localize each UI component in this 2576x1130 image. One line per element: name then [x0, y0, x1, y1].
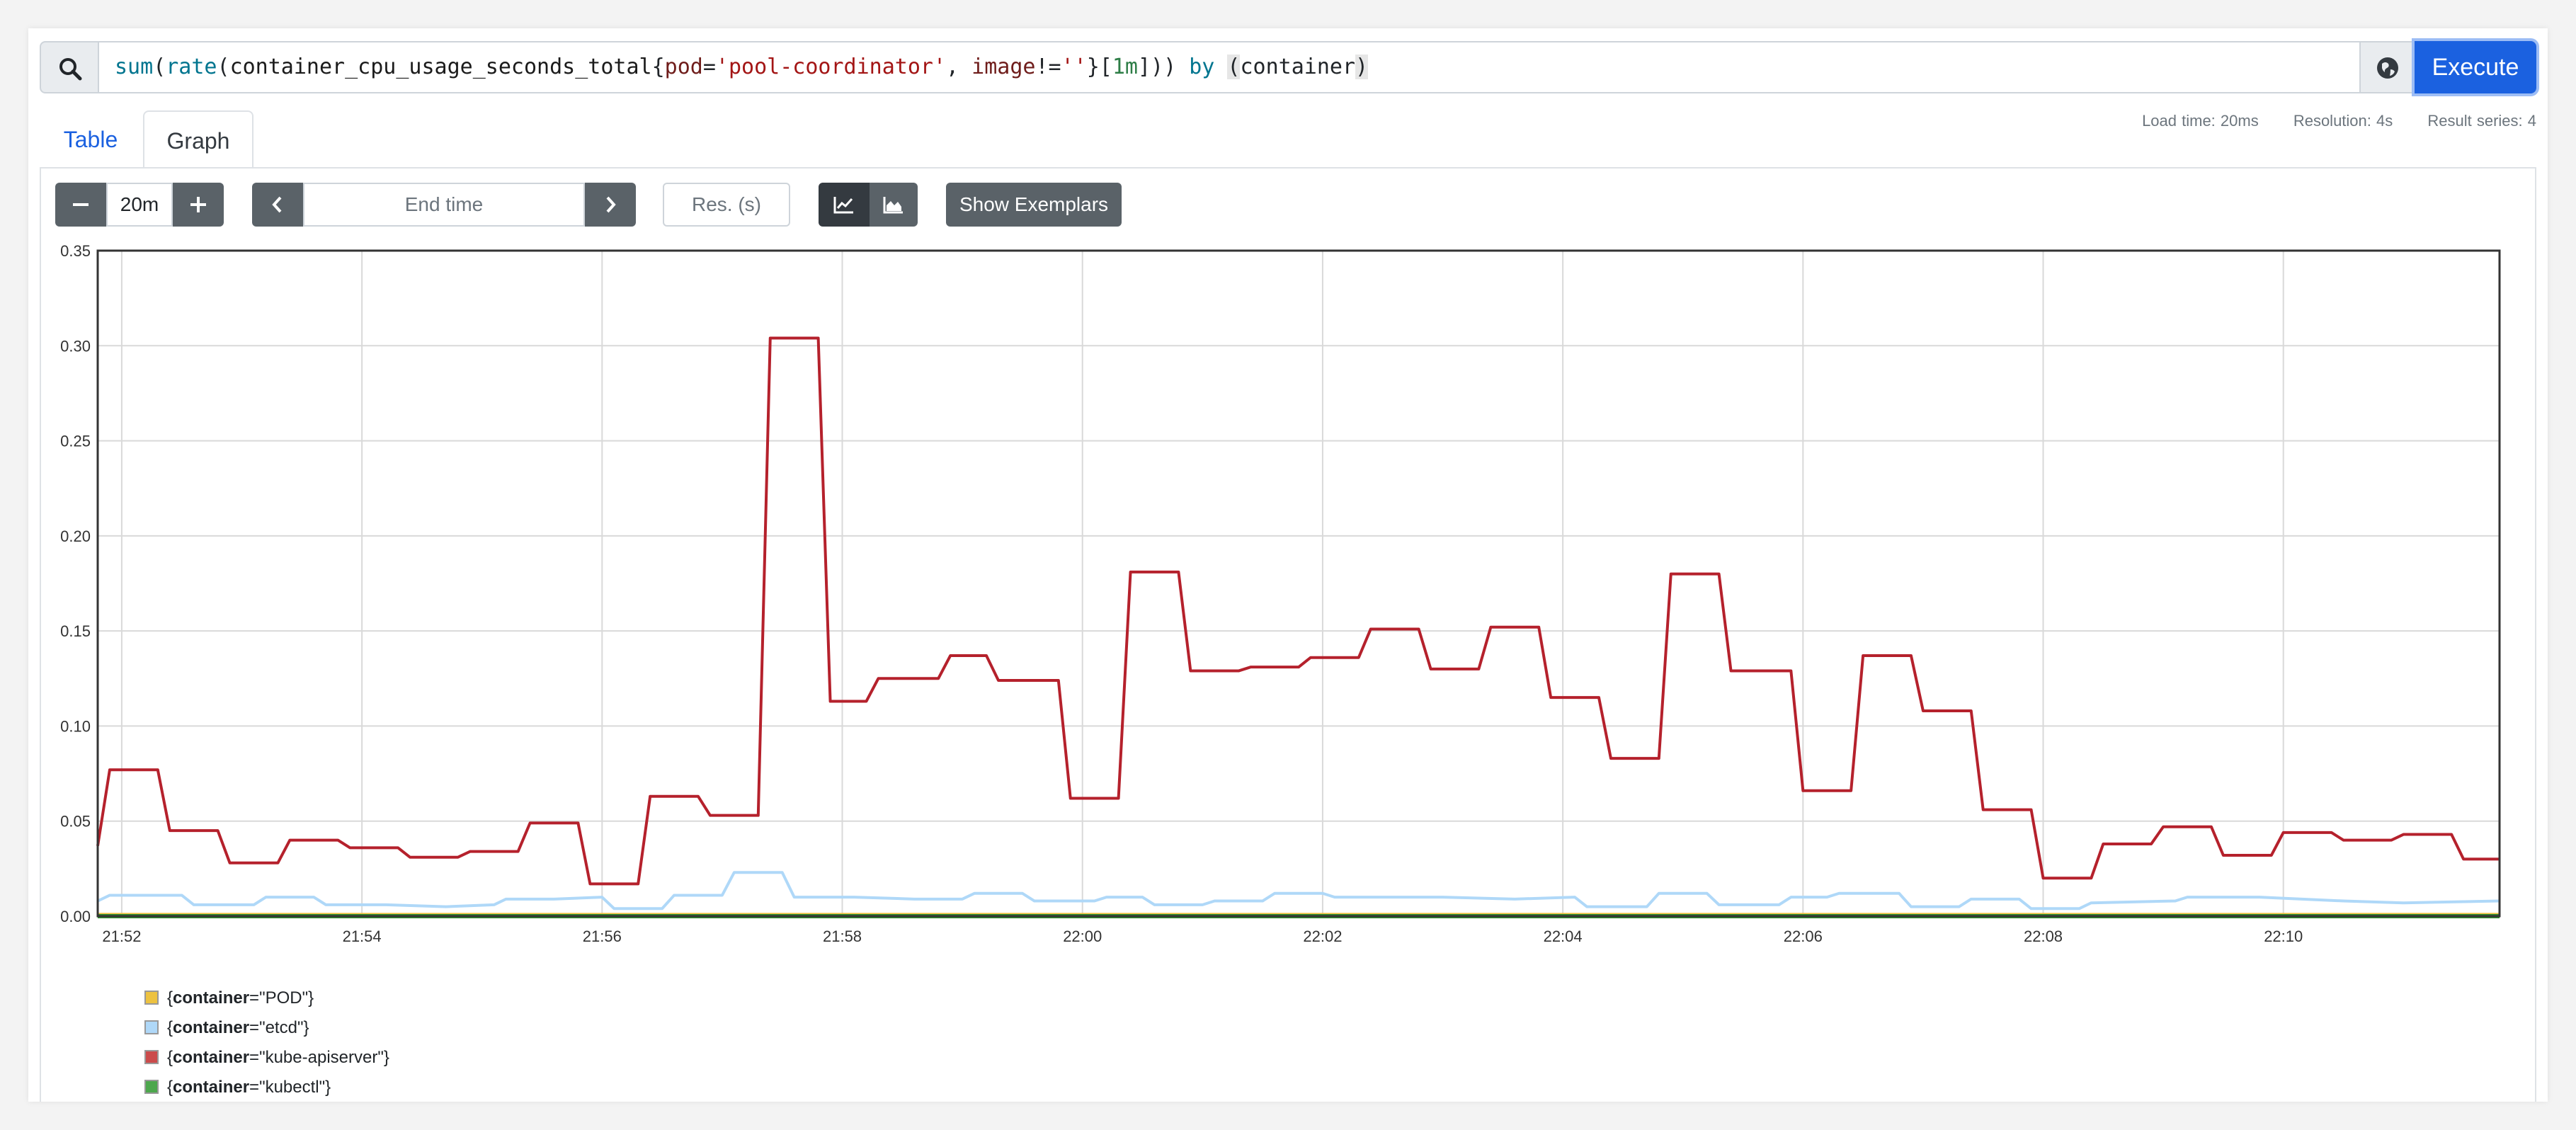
legend-label-key: container	[173, 1018, 250, 1037]
legend-label-key: container	[173, 1078, 250, 1097]
legend-brace: }	[308, 988, 314, 1008]
plot-area	[98, 251, 2500, 916]
legend-item[interactable]: {container="POD"}	[144, 988, 314, 1008]
legend-label-value: "POD"	[259, 988, 309, 1008]
legend-brace: }	[325, 1078, 331, 1097]
legend-item[interactable]: {container="kube-apiserver"}	[144, 1048, 389, 1068]
legend-brace: }	[383, 1048, 389, 1067]
legend-swatch	[144, 991, 159, 1005]
y-tick-label: 0.15	[60, 622, 91, 640]
x-tick-label: 21:56	[583, 928, 622, 945]
legend-equals: =	[249, 1078, 260, 1097]
y-tick-label: 0.30	[60, 337, 91, 355]
legend-equals: =	[249, 1048, 260, 1067]
y-tick-label: 0.00	[60, 908, 91, 925]
x-tick-label: 22:02	[1303, 928, 1342, 945]
legend-label-key: container	[173, 988, 250, 1008]
legend-item[interactable]: {container="kubectl"}	[144, 1078, 331, 1097]
x-tick-label: 22:04	[1544, 928, 1583, 945]
legend-swatch	[144, 1020, 159, 1034]
legend-equals: =	[249, 1018, 260, 1037]
legend-brace: {	[167, 988, 173, 1008]
legend-label-value: "etcd"	[259, 1018, 304, 1037]
legend-brace: {	[167, 1048, 173, 1067]
time-series-chart[interactable]: 0.00 0.05 0.10 0.15 0.20 0.25 0.30 0.35 21:52 21:…	[0, 0, 2576, 1130]
y-tick-label: 0.10	[60, 717, 91, 735]
legend-brace: }	[303, 1018, 309, 1037]
y-tick-label: 0.05	[60, 813, 91, 831]
x-tick-label: 21:58	[823, 928, 862, 945]
legend-label-key: container	[173, 1048, 250, 1067]
x-tick-label: 21:52	[102, 928, 141, 945]
legend-label-value: "kube-apiserver"	[259, 1048, 384, 1067]
y-tick-label: 0.35	[60, 242, 91, 260]
x-tick-label: 22:00	[1063, 928, 1102, 945]
legend-label-value: "kubectl"	[259, 1078, 326, 1097]
legend-item[interactable]: {container="etcd"}	[144, 1018, 309, 1038]
legend-swatch	[144, 1080, 159, 1094]
x-tick-label: 21:54	[343, 928, 382, 945]
legend-equals: =	[249, 988, 260, 1008]
x-tick-label: 22:10	[2264, 928, 2303, 945]
y-tick-label: 0.25	[60, 433, 91, 450]
x-tick-label: 22:06	[1784, 928, 1823, 945]
legend-swatch	[144, 1050, 159, 1064]
x-tick-label: 22:08	[2024, 928, 2063, 945]
legend-brace: {	[167, 1078, 173, 1097]
legend-brace: {	[167, 1018, 173, 1037]
y-tick-label: 0.20	[60, 527, 91, 545]
